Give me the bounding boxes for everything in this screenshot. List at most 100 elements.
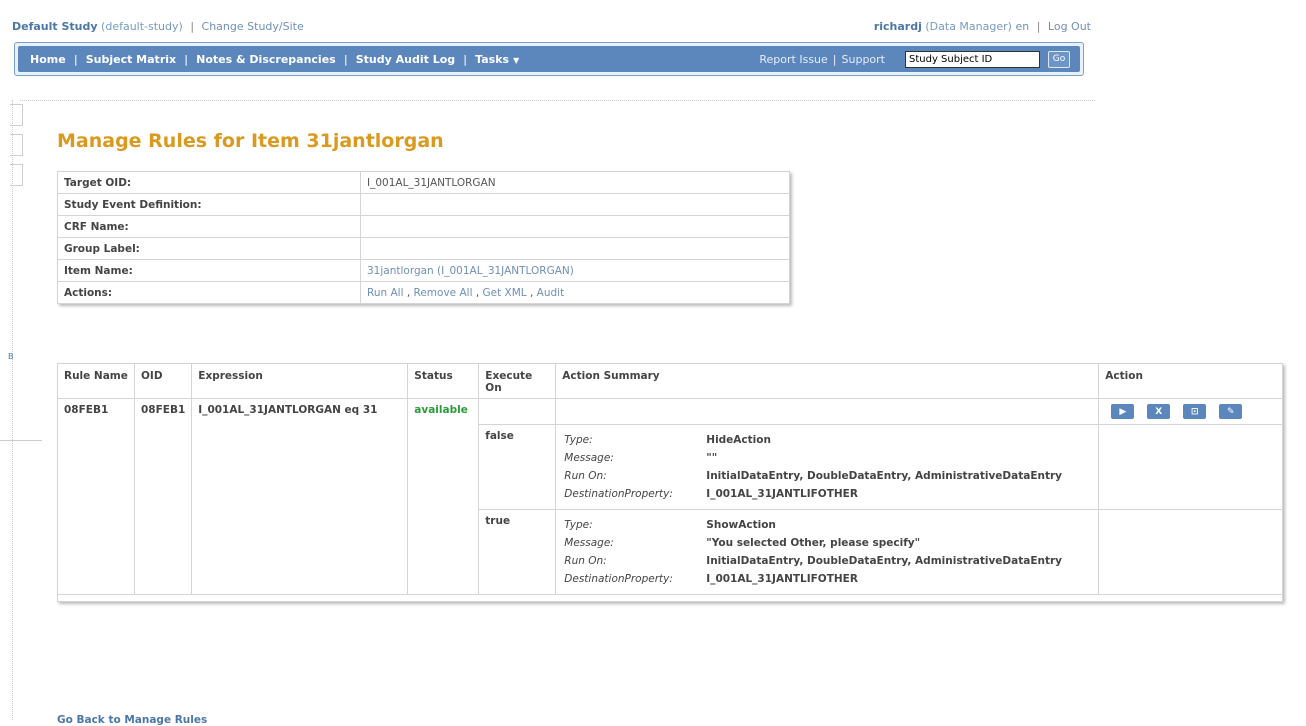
sidebar-tab[interactable]	[10, 134, 23, 156]
username: richardj	[873, 20, 922, 33]
study-name: Default Study	[12, 20, 98, 33]
run-rule-button[interactable]: ▶	[1111, 404, 1135, 419]
action-summary: Type: HideAction Message: "" Run On: Initia…	[562, 430, 1064, 504]
action-buttons-cell: ▶ X ⊡ ✎	[1098, 398, 1283, 425]
group-value	[360, 237, 790, 260]
summary-empty	[555, 398, 1100, 425]
remove-rule-button[interactable]: X	[1147, 404, 1171, 419]
type-label: Type:	[564, 519, 593, 531]
get-xml-link[interactable]: Get XML	[483, 287, 527, 299]
destination-label: DestinationProperty:	[564, 488, 673, 500]
nav-tasks-label: Tasks	[475, 52, 510, 66]
crf-value	[360, 215, 790, 238]
separator: |	[190, 20, 195, 33]
nav-separator: |	[463, 52, 468, 66]
run-all-link[interactable]: Run All	[367, 287, 404, 299]
actions-links: Run All , Remove All , Get XML , Audit	[360, 281, 790, 304]
subject-search-input[interactable]	[905, 50, 1040, 68]
edit-rule-button[interactable]: ✎	[1219, 404, 1243, 419]
type-label: Type:	[564, 434, 593, 446]
col-oid: OID	[133, 363, 193, 399]
status-badge: available	[414, 404, 468, 416]
support-link[interactable]: Support	[842, 53, 885, 66]
sidebar-tab[interactable]	[10, 164, 23, 186]
rule-name-cell: 08FEB1	[57, 398, 135, 595]
language-link[interactable]: en	[1015, 20, 1029, 33]
report-issue-link[interactable]: Report Issue	[759, 53, 827, 66]
sidebar-marker: B	[8, 352, 14, 361]
nav-separator: |	[184, 52, 189, 66]
action-summary-cell: Type: ShowAction Message: "You selected Ot…	[555, 509, 1100, 595]
execute-on-cell: true	[478, 509, 557, 595]
nav-tasks[interactable]: Tasks ▼	[475, 53, 519, 66]
user-info: richardj (Data Manager) en | Log Out	[874, 20, 1091, 33]
audit-link[interactable]: Audit	[537, 287, 565, 299]
table-footer	[57, 594, 1283, 602]
info-row-group: Group Label:	[57, 237, 790, 260]
group-label: Group Label:	[57, 237, 361, 260]
destination-value: I_001AL_31JANTLIFOTHER	[706, 573, 858, 585]
user-role: (Data Manager)	[925, 20, 1012, 33]
actions-label: Actions:	[57, 281, 361, 304]
sed-label: Study Event Definition:	[57, 193, 361, 216]
item-name-value-link[interactable]: 31jantlorgan (I_001AL_31JANTLORGAN)	[367, 265, 574, 277]
info-row-target-oid: Target OID: I_001AL_31JANTLORGAN	[57, 171, 790, 194]
col-action-summary: Action Summary	[555, 363, 1100, 399]
info-row-item: Item Name: 31jantlorgan (I_001AL_31JANTL…	[57, 259, 790, 282]
logout-link[interactable]: Log Out	[1048, 20, 1091, 33]
study-id: (default-study)	[101, 20, 183, 33]
message-label: Message:	[564, 452, 614, 464]
table-row: 08FEB1 08FEB1 I_001AL_31JANTLORGAN eq 31…	[57, 398, 1283, 595]
run-on-label: Run On:	[564, 470, 607, 482]
rules-header-row: Rule Name OID Expression Status Execute …	[57, 363, 1283, 399]
main-nav: Home | Subject Matrix | Notes & Discrepa…	[18, 46, 1080, 72]
run-on-value: InitialDataEntry, DoubleDataEntry, Admin…	[706, 470, 1063, 482]
info-row-sed: Study Event Definition:	[57, 193, 790, 216]
execute-on-empty	[478, 398, 557, 425]
divider	[20, 100, 1095, 101]
nav-separator: |	[73, 52, 78, 66]
crf-label: CRF Name:	[57, 215, 361, 238]
item-name-link: 31jantlorgan (I_001AL_31JANTLORGAN)	[360, 259, 790, 282]
rule-expression-cell: I_001AL_31JANTLORGAN eq 31	[191, 398, 409, 595]
col-execute-on: Execute On	[478, 363, 557, 399]
col-status: Status	[407, 363, 480, 399]
sed-value	[360, 193, 790, 216]
execute-on-cell: false	[478, 424, 557, 510]
col-action: Action	[1098, 363, 1283, 399]
nav-study-audit-log[interactable]: Study Audit Log	[356, 53, 455, 66]
test-rule-button[interactable]: ⊡	[1183, 404, 1207, 419]
rules-table: Rule Name OID Expression Status Execute …	[57, 363, 1283, 602]
table-footer-row	[57, 594, 1283, 602]
action-empty	[1098, 424, 1283, 510]
top-user-bar: Default Study (default-study) | Change S…	[12, 20, 1097, 33]
type-value: HideAction	[706, 434, 771, 446]
change-study-link[interactable]: Change Study/Site	[202, 20, 304, 33]
target-oid-value: I_001AL_31JANTLORGAN	[360, 171, 790, 194]
sidebar-tab[interactable]	[10, 104, 23, 126]
remove-all-link[interactable]: Remove All	[414, 287, 473, 299]
message-label: Message:	[564, 537, 614, 549]
nav-subject-matrix[interactable]: Subject Matrix	[86, 53, 176, 66]
action-empty	[1098, 509, 1283, 595]
info-row-actions: Actions: Run All , Remove All , Get XML …	[57, 281, 790, 304]
rule-status-cell: available	[407, 398, 480, 595]
action-summary-cell: Type: HideAction Message: "" Run On: Initia…	[555, 424, 1100, 510]
message-value: "You selected Other, please specify"	[706, 537, 921, 549]
nav-separator: |	[832, 52, 837, 66]
target-oid-label: Target OID:	[57, 171, 361, 194]
nav-right: Report Issue | Support Go	[759, 46, 1070, 72]
rule-oid-cell: 08FEB1	[133, 398, 193, 595]
destination-value: I_001AL_31JANTLIFOTHER	[706, 488, 858, 500]
chevron-down-icon: ▼	[513, 55, 520, 65]
page-title: Manage Rules for Item 31jantlorgan	[57, 130, 444, 152]
divider	[0, 440, 42, 441]
go-button[interactable]: Go	[1048, 50, 1070, 68]
nav-notes-discrepancies[interactable]: Notes & Discrepancies	[196, 53, 336, 66]
info-row-crf: CRF Name:	[57, 215, 790, 238]
main-nav-frame: Home | Subject Matrix | Notes & Discrepa…	[14, 42, 1084, 76]
go-back-link[interactable]: Go Back to Manage Rules	[57, 714, 207, 726]
nav-home[interactable]: Home	[30, 53, 66, 66]
sidebar-edge	[12, 100, 13, 720]
type-value: ShowAction	[706, 519, 776, 531]
